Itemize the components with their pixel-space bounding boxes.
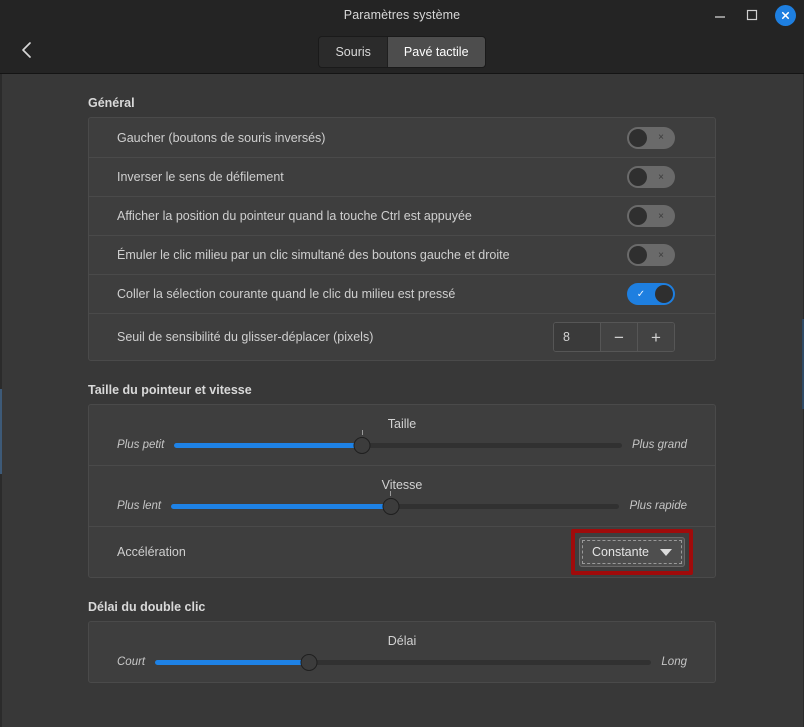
slider-tick-icon	[390, 490, 392, 496]
toggle-off-glyph: ×	[658, 249, 664, 261]
row-label: Seuil de sensibilité du glisser-déplacer…	[117, 330, 374, 344]
toggle-off-glyph: ×	[658, 210, 664, 222]
tab-touchpad[interactable]: Pavé tactile	[386, 36, 485, 67]
scroll-area: Général Gaucher (boutons de souris inver…	[0, 74, 804, 683]
slider-row-speed: Vitesse Plus lent Plus rapide	[89, 465, 715, 526]
chevron-left-icon	[19, 41, 35, 64]
title-bar: Paramètres système	[0, 0, 804, 30]
slider-fill	[174, 442, 363, 448]
slider-row-size: Taille Plus petit Plus grand	[89, 405, 715, 465]
section-double-click-delay: Délai du double clic Délai Court Long	[88, 578, 716, 683]
section-pointer-size-speed: Taille du pointeur et vitesse Taille Plu…	[88, 361, 716, 578]
slider-max-label-size: Plus grand	[632, 439, 687, 451]
slider-size[interactable]	[174, 429, 623, 455]
toggle-off-glyph: ×	[658, 132, 664, 143]
toggle-knob	[629, 168, 647, 186]
increment-button[interactable]: +	[637, 323, 674, 351]
slider-caption-delay: Délai	[387, 634, 417, 648]
decrement-button[interactable]: −	[600, 323, 637, 351]
acceleration-dropdown[interactable]: Constante	[579, 537, 685, 567]
row-acceleration: Accélération Constante	[89, 526, 715, 577]
row-label: Coller la sélection courante quand le cl…	[117, 287, 456, 301]
toggle-off-glyph: ×	[658, 171, 664, 183]
row-drag-threshold: Seuil de sensibilité du glisser-déplacer…	[89, 313, 715, 360]
slider-max-label-delay: Long	[661, 656, 687, 668]
section-title-general: Général	[88, 96, 135, 110]
row-locate-pointer[interactable]: Afficher la position du pointeur quand l…	[89, 196, 715, 235]
toggle-emulate-middle-click[interactable]: ×	[627, 244, 675, 266]
row-label: Accélération	[117, 545, 186, 559]
section-general: Général Gaucher (boutons de souris inver…	[88, 74, 716, 361]
section-title-pointer-size-speed: Taille du pointeur et vitesse	[88, 383, 252, 397]
slider-handle[interactable]	[353, 429, 371, 454]
row-label: Gaucher (boutons de souris inversés)	[117, 130, 326, 145]
toggle-knob	[629, 128, 647, 147]
slider-delay[interactable]	[155, 652, 652, 672]
slider-caption-speed: Vitesse	[381, 478, 423, 492]
slider-min-label-size: Plus petit	[117, 439, 165, 451]
section-title-double-click-delay: Délai du double clic	[88, 600, 206, 614]
slider-max-label-speed: Plus rapide	[629, 500, 687, 512]
toggle-knob	[629, 207, 647, 225]
close-icon[interactable]	[775, 4, 796, 26]
slider-line: Plus lent Plus rapide	[117, 490, 687, 516]
slider-handle[interactable]	[382, 490, 400, 515]
drag-threshold-value[interactable]: 8	[554, 323, 600, 351]
double-click-delay-card: Délai Court Long	[88, 621, 716, 683]
maximize-icon[interactable]	[743, 6, 761, 24]
device-tabs: Souris Pavé tactile	[318, 35, 486, 68]
slider-line: Plus petit Plus grand	[117, 429, 687, 455]
settings-content: Général Gaucher (boutons de souris inver…	[0, 74, 804, 727]
toggle-reverse-scroll[interactable]: ×	[627, 166, 675, 188]
slider-min-label-delay: Court	[117, 656, 146, 668]
toggle-on-glyph: ✓	[636, 288, 646, 300]
toggle-knob	[655, 285, 673, 303]
acceleration-value: Constante	[592, 545, 649, 559]
left-scrollbar-thumb[interactable]	[0, 389, 2, 474]
row-label: Émuler le clic milieu par un clic simult…	[117, 248, 510, 262]
slider-caption-size: Taille	[387, 417, 417, 431]
toggle-paste-selection[interactable]: ✓	[627, 283, 675, 305]
slider-row-delay: Délai Court Long	[89, 622, 715, 682]
drag-threshold-stepper[interactable]: 8 − +	[553, 322, 675, 352]
general-card: Gaucher (boutons de souris inversés) × I…	[88, 117, 716, 361]
slider-speed[interactable]	[171, 490, 620, 516]
back-button[interactable]	[10, 35, 44, 69]
row-left-handed[interactable]: Gaucher (boutons de souris inversés) ×	[89, 118, 715, 157]
slider-fill	[171, 503, 391, 509]
acceleration-highlight: Constante	[571, 529, 693, 575]
window-title: Paramètres système	[343, 8, 461, 22]
slider-tick-icon	[361, 429, 363, 435]
pointer-size-speed-card: Taille Plus petit Plus grand Vitesse Plu…	[88, 404, 716, 578]
row-paste-selection[interactable]: Coller la sélection courante quand le cl…	[89, 274, 715, 313]
row-reverse-scroll[interactable]: Inverser le sens de défilement ×	[89, 157, 715, 196]
row-label: Inverser le sens de défilement	[117, 170, 284, 184]
chevron-down-icon	[660, 548, 672, 556]
slider-handle[interactable]	[300, 653, 318, 671]
row-emulate-middle-click[interactable]: Émuler le clic milieu par un clic simult…	[89, 235, 715, 274]
toggle-locate-pointer[interactable]: ×	[627, 205, 675, 227]
slider-line: Court Long	[117, 652, 687, 672]
toggle-left-handed[interactable]: ×	[627, 126, 675, 149]
tab-mouse[interactable]: Souris	[319, 36, 387, 67]
slider-fill	[155, 659, 309, 665]
header-bar: Souris Pavé tactile	[0, 30, 804, 74]
minimize-icon[interactable]	[711, 6, 729, 24]
window-controls	[711, 0, 796, 30]
slider-min-label-speed: Plus lent	[117, 500, 162, 512]
row-label: Afficher la position du pointeur quand l…	[117, 209, 472, 223]
toggle-knob	[629, 246, 647, 264]
